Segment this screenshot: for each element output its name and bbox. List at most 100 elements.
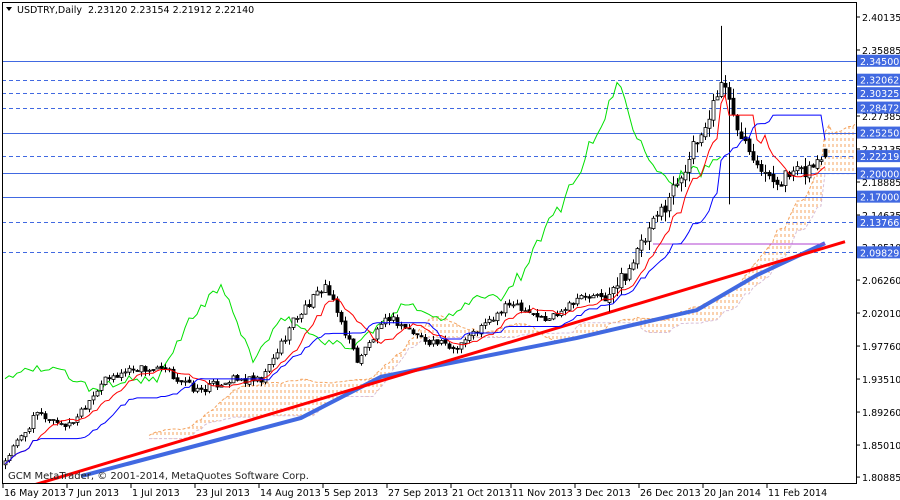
candle-body [447,343,452,349]
candle-body [175,377,180,382]
candle [663,199,668,222]
candle [71,422,76,425]
candles [3,25,828,470]
candle [311,293,316,309]
candle-body [499,311,504,314]
candle [299,313,304,323]
price-chart[interactable]: 2.401352.358852.273852.231352.188852.146… [0,0,900,500]
candle [547,318,552,321]
candle [243,373,248,387]
candle [303,300,308,315]
candle-body [431,339,436,345]
candle [135,369,140,372]
candle-body [603,295,608,302]
candle-body [271,357,276,365]
candle-body [455,347,460,350]
candle-body [395,317,400,326]
candle-body [511,304,516,307]
candle [119,369,124,382]
candle-body [11,445,16,457]
candle-body [71,422,76,424]
candle-body [291,317,296,328]
candle-body [655,214,660,217]
candle-body [739,131,744,140]
candle-body [439,340,444,344]
candle [603,292,608,302]
candle-body [27,428,32,432]
candle-body [619,272,624,289]
candle-body [467,334,472,341]
candle-body [579,295,584,300]
candle [587,294,592,303]
x-tick-label: 20 Jan 2014 [704,488,761,499]
candle-body [663,205,668,213]
candle-body [551,313,556,320]
candle [731,88,736,117]
y-tick-label: 1.85010 [862,441,900,452]
candle [139,365,144,377]
candle [319,290,324,298]
candle-body [563,309,568,312]
candle [395,314,400,329]
candle [511,301,516,309]
candle-body [683,171,688,181]
candle-body [35,411,40,416]
candle-body [595,294,600,296]
candle [535,308,540,322]
candle-body [355,347,360,363]
candle-body [143,366,148,372]
candle [491,316,496,322]
candle [779,181,784,187]
x-tick-label: 3 Dec 2013 [576,488,631,499]
candle-body [419,335,424,338]
candle-body [651,217,656,229]
candle [783,170,788,193]
candle-body [639,239,644,251]
candle [539,315,544,318]
y-tick-label: 2.06260 [862,276,900,287]
y-tick-label: 1.80885 [862,473,900,484]
candle-body [615,285,620,289]
dropdown-triangle-icon[interactable] [6,7,12,11]
candle [487,315,492,325]
y-tick-label: 2.02010 [862,309,900,320]
candle [495,311,500,326]
candle-body [147,369,152,372]
candle [455,346,460,354]
candle [107,374,112,381]
candle [655,210,660,223]
candle [627,264,632,282]
candle-body [363,346,368,355]
candle-body [187,379,192,383]
candle [195,384,200,394]
candle-body [611,287,616,295]
candle [39,408,44,416]
candle-body [459,342,464,350]
candle [623,273,628,285]
candle [339,310,344,325]
candle [631,259,636,271]
y-tick-label: 2.40135 [862,13,900,24]
candle [715,90,720,101]
candle [15,438,20,448]
candle [823,148,828,159]
candle [815,155,820,171]
candle-body [799,167,804,170]
candle [463,337,468,348]
candle [175,373,180,384]
level-label: 2.30325 [860,89,899,100]
candle [323,279,328,293]
candle-body [39,412,44,414]
candle-body [731,97,736,116]
candle-body [687,159,692,173]
candle [591,293,596,299]
level-label: 2.32062 [860,76,899,87]
chart-header[interactable]: USDTRY,Daily 2.23120 2.23154 2.21912 2.2… [6,5,254,16]
candle-body [583,295,588,298]
candle-body [759,164,764,172]
candle [211,378,216,386]
candle [351,338,356,351]
candle [31,412,36,433]
level-label: 2.25250 [860,129,899,140]
candle [507,299,512,308]
